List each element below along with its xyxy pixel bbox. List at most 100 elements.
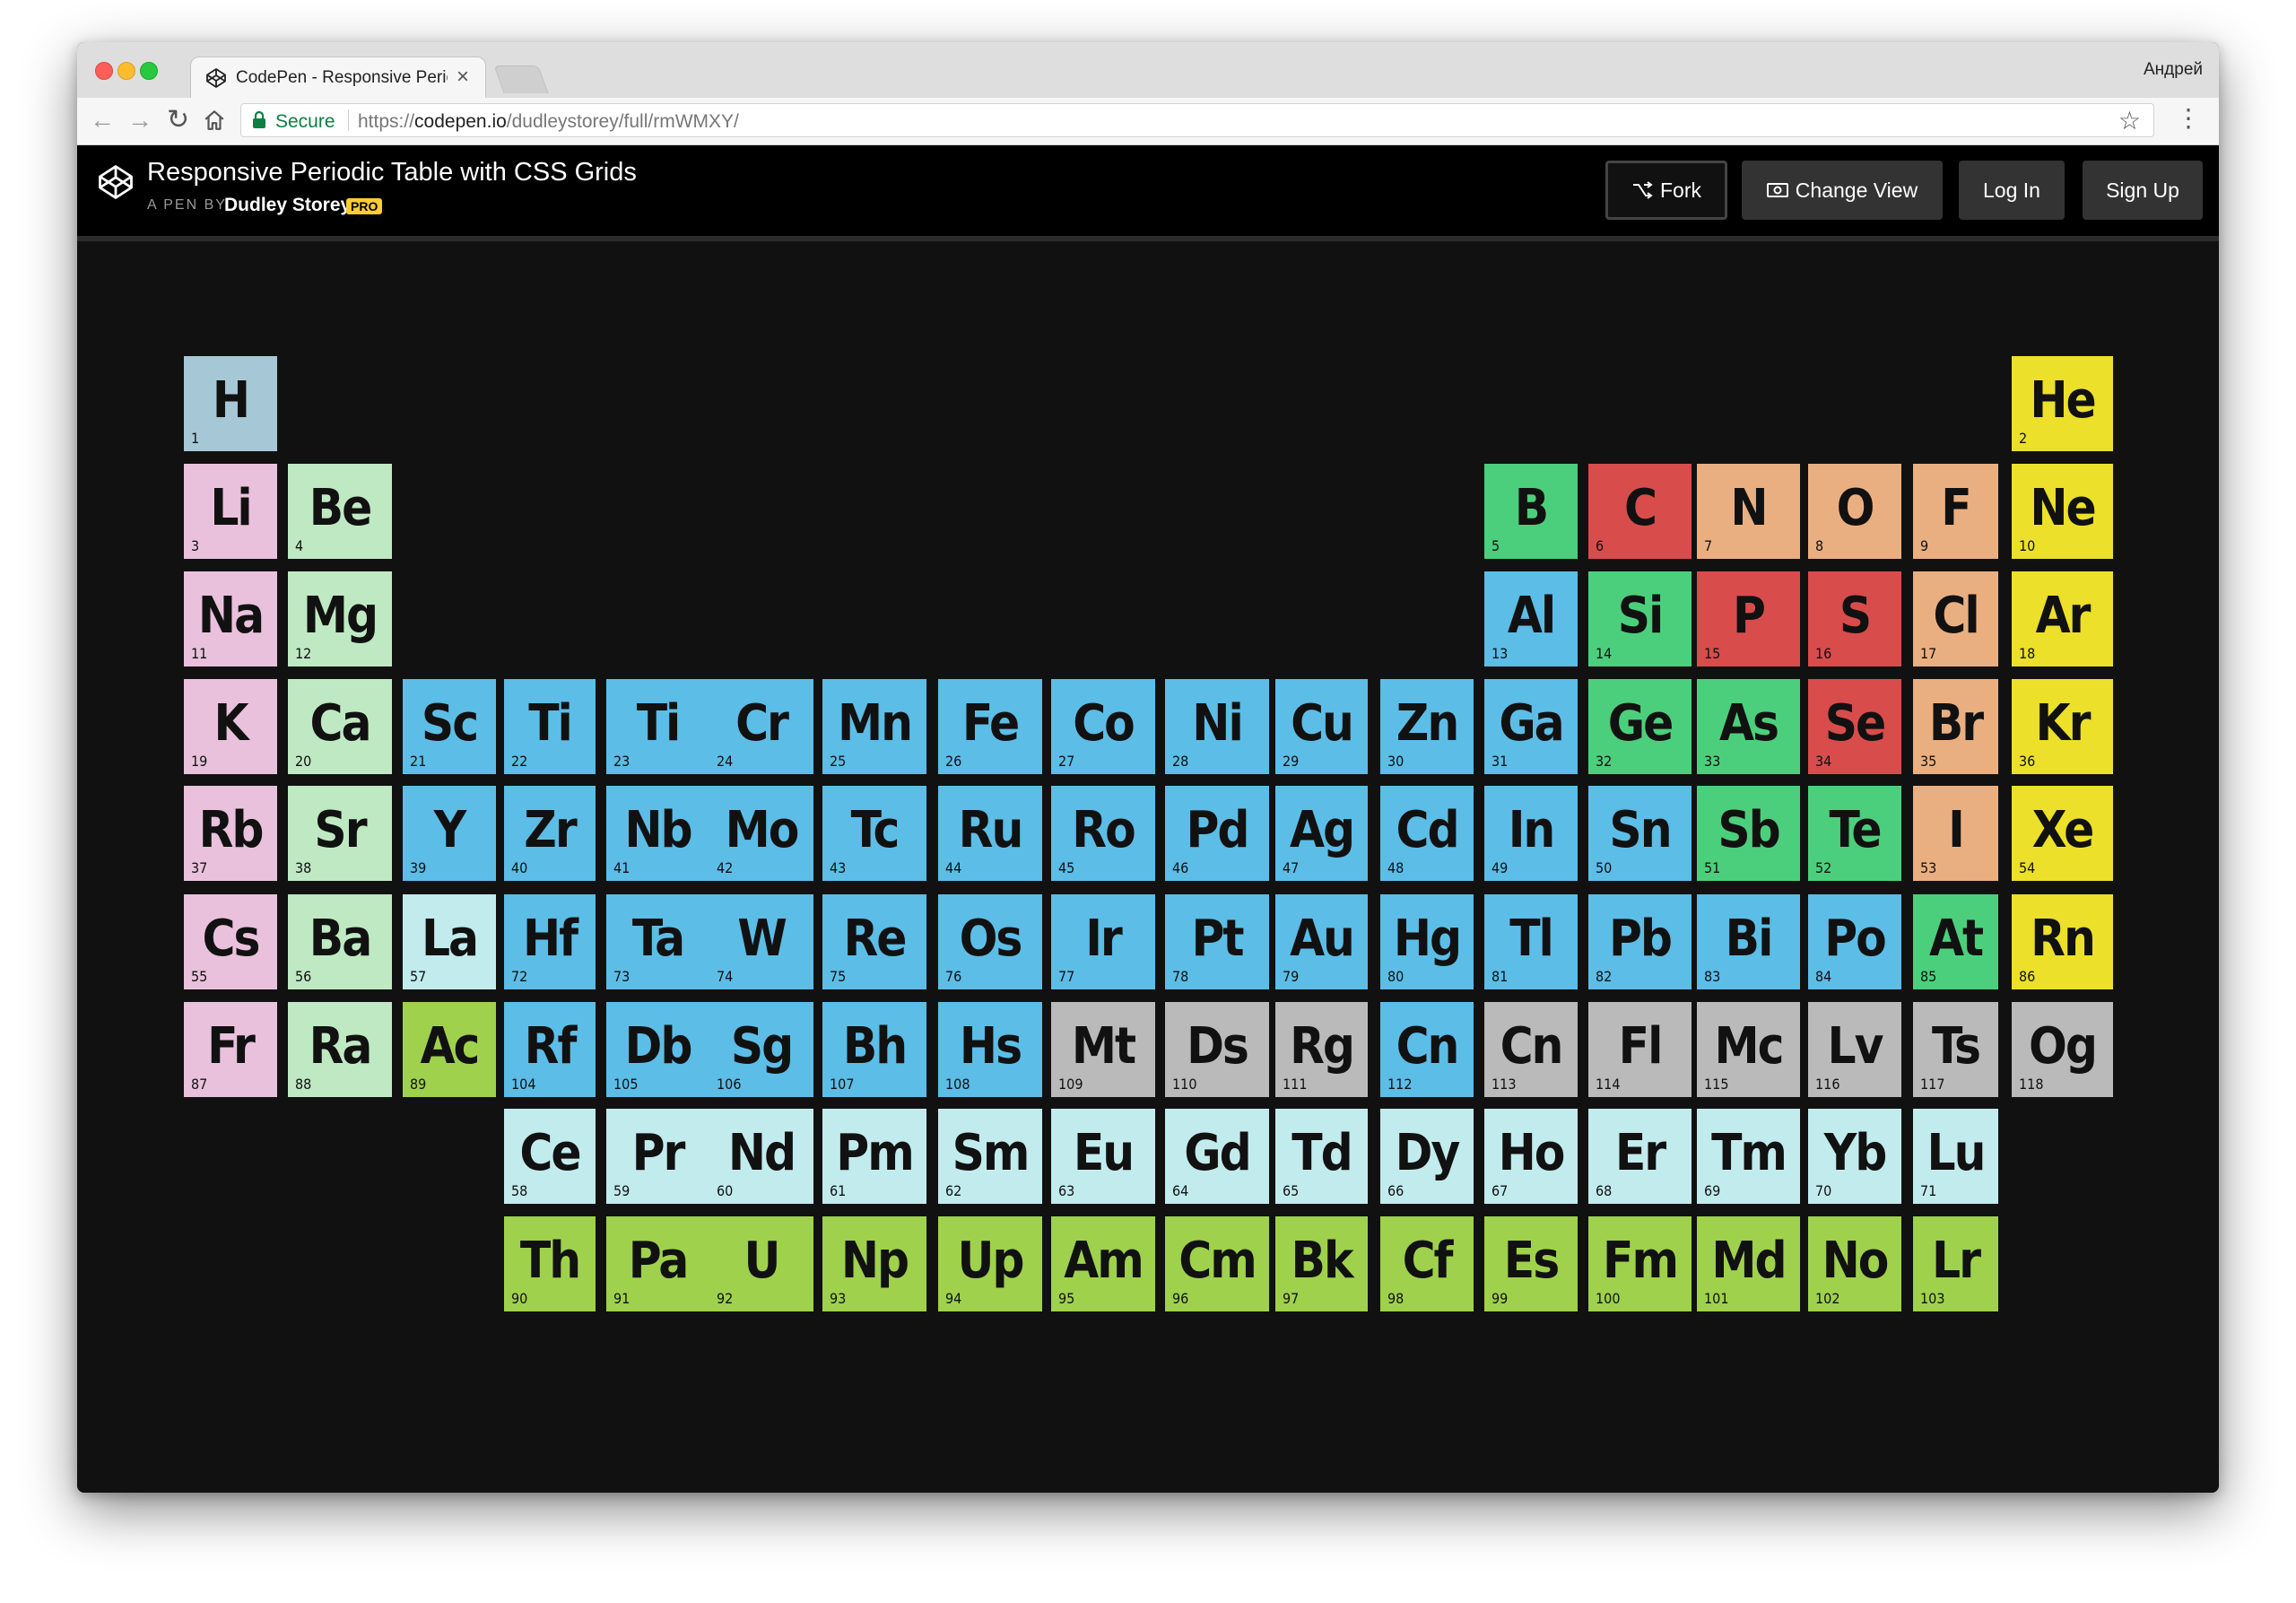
element-tile[interactable]: As 33 [1697, 679, 1800, 774]
element-tile[interactable]: Sb 51 [1697, 786, 1800, 881]
zoom-window-button[interactable] [140, 62, 158, 80]
home-icon[interactable] [203, 109, 226, 132]
element-tile[interactable]: Db 105 [606, 1002, 709, 1097]
element-tile[interactable]: Pm 61 [822, 1109, 926, 1204]
element-tile[interactable]: Fr 87 [184, 1002, 277, 1097]
element-tile[interactable]: Sm 62 [938, 1109, 1042, 1204]
element-tile[interactable]: Es 99 [1484, 1216, 1578, 1311]
element-tile[interactable]: Th 90 [504, 1216, 596, 1311]
codepen-logo-icon[interactable] [97, 163, 135, 201]
element-tile[interactable]: Ne 10 [2012, 464, 2113, 559]
element-tile[interactable]: Cf 98 [1380, 1216, 1474, 1311]
element-tile[interactable]: Cn 112 [1380, 1002, 1474, 1097]
element-tile[interactable]: Re 75 [822, 894, 926, 989]
element-tile[interactable]: Ir 77 [1051, 894, 1155, 989]
new-tab-button[interactable] [493, 65, 549, 93]
element-tile[interactable]: U 92 [709, 1216, 813, 1311]
element-tile[interactable]: Up 94 [938, 1216, 1042, 1311]
element-tile[interactable]: Te 52 [1808, 786, 1901, 881]
element-tile[interactable]: Ag 47 [1275, 786, 1368, 881]
element-tile[interactable]: Tl 81 [1484, 894, 1578, 989]
element-tile[interactable]: Mo 42 [709, 786, 813, 881]
element-tile[interactable]: Gd 64 [1165, 1109, 1269, 1204]
login-button[interactable]: Log In [1959, 161, 2065, 220]
element-tile[interactable]: Lr 103 [1913, 1216, 1998, 1311]
element-tile[interactable]: La 57 [403, 894, 496, 989]
element-tile[interactable]: Ti 23 [606, 679, 709, 774]
close-window-button[interactable] [95, 62, 113, 80]
signup-button[interactable]: Sign Up [2083, 161, 2203, 220]
element-tile[interactable]: Tc 43 [822, 786, 926, 881]
browser-menu-icon[interactable]: ⋮ [2176, 105, 2201, 132]
element-tile[interactable]: At 85 [1913, 894, 1998, 989]
back-arrow-icon[interactable]: ← [90, 107, 115, 134]
element-tile[interactable]: Am 95 [1051, 1216, 1155, 1311]
element-tile[interactable]: Ra 88 [288, 1002, 392, 1097]
element-tile[interactable]: Po 84 [1808, 894, 1901, 989]
element-tile[interactable]: H1 [184, 356, 277, 451]
change-view-button[interactable]: Change View [1742, 161, 1943, 220]
reload-icon[interactable]: ↻ [167, 107, 189, 134]
element-tile[interactable]: Kr 36 [2012, 679, 2113, 774]
element-tile[interactable]: Cn 113 [1484, 1002, 1578, 1097]
element-tile[interactable]: Y 39 [403, 786, 496, 881]
element-tile[interactable]: Ce 58 [504, 1109, 596, 1204]
browser-tab-active[interactable]: CodePen - Responsive Periodic × [190, 57, 486, 98]
element-tile[interactable]: Ts 117 [1913, 1002, 1998, 1097]
bookmark-star-icon[interactable]: ☆ [2118, 106, 2141, 135]
element-tile[interactable]: No 102 [1808, 1216, 1901, 1311]
element-tile[interactable]: Ca 20 [288, 679, 392, 774]
element-tile[interactable]: I 53 [1913, 786, 1998, 881]
element-tile[interactable]: Mn 25 [822, 679, 926, 774]
element-tile[interactable]: Se 34 [1808, 679, 1901, 774]
element-tile[interactable]: Sr 38 [288, 786, 392, 881]
element-tile[interactable]: Ar 18 [2012, 571, 2113, 666]
element-tile[interactable]: Zn 30 [1380, 679, 1474, 774]
element-tile[interactable]: Hg 80 [1380, 894, 1474, 989]
element-tile[interactable]: Fm 100 [1588, 1216, 1692, 1311]
element-tile[interactable]: Eu 63 [1051, 1109, 1155, 1204]
minimize-window-button[interactable] [117, 62, 135, 80]
element-tile[interactable]: Bk 97 [1275, 1216, 1368, 1311]
element-tile[interactable]: Ge 32 [1588, 679, 1692, 774]
element-tile[interactable]: Rb 37 [184, 786, 277, 881]
element-tile[interactable]: Cu 29 [1275, 679, 1368, 774]
element-tile[interactable]: Sn 50 [1588, 786, 1692, 881]
element-tile[interactable]: Nd 60 [709, 1109, 813, 1204]
element-tile[interactable]: W 74 [709, 894, 813, 989]
element-tile[interactable]: Ta 73 [606, 894, 709, 989]
element-tile[interactable]: Ba 56 [288, 894, 392, 989]
element-tile[interactable]: Pt 78 [1165, 894, 1269, 989]
element-tile[interactable]: Na 11 [184, 571, 277, 666]
element-tile[interactable]: Ro 45 [1051, 786, 1155, 881]
element-tile[interactable]: Xe 54 [2012, 786, 2113, 881]
element-tile[interactable]: Ru 44 [938, 786, 1042, 881]
element-tile[interactable]: Mc 115 [1697, 1002, 1800, 1097]
element-tile[interactable]: Pd 46 [1165, 786, 1269, 881]
element-tile[interactable]: Fl 114 [1588, 1002, 1692, 1097]
element-tile[interactable]: In 49 [1484, 786, 1578, 881]
element-tile[interactable]: Mg 12 [288, 571, 392, 666]
element-tile[interactable]: Np 93 [822, 1216, 926, 1311]
element-tile[interactable]: Ga 31 [1484, 679, 1578, 774]
element-tile[interactable]: Lv 116 [1808, 1002, 1901, 1097]
element-tile[interactable]: B5 [1484, 464, 1578, 559]
element-tile[interactable]: Fe 26 [938, 679, 1042, 774]
element-tile[interactable]: Cr 24 [709, 679, 813, 774]
element-tile[interactable]: Co 27 [1051, 679, 1155, 774]
element-tile[interactable]: Mt 109 [1051, 1002, 1155, 1097]
element-tile[interactable]: Lu 71 [1913, 1109, 1998, 1204]
element-tile[interactable]: Si 14 [1588, 571, 1692, 666]
fork-button[interactable]: Fork [1605, 161, 1727, 220]
forward-arrow-icon[interactable]: → [127, 107, 152, 134]
element-tile[interactable]: Be 4 [288, 464, 392, 559]
element-tile[interactable]: Er 68 [1588, 1109, 1692, 1204]
element-tile[interactable]: Rf 104 [504, 1002, 596, 1097]
element-tile[interactable]: Bh 107 [822, 1002, 926, 1097]
tab-close-icon[interactable]: × [457, 65, 469, 90]
element-tile[interactable]: F9 [1913, 464, 1998, 559]
element-tile[interactable]: Rn 86 [2012, 894, 2113, 989]
profile-name[interactable]: Андрей [2144, 60, 2203, 80]
element-tile[interactable]: N7 [1697, 464, 1800, 559]
element-tile[interactable]: Cs 55 [184, 894, 277, 989]
